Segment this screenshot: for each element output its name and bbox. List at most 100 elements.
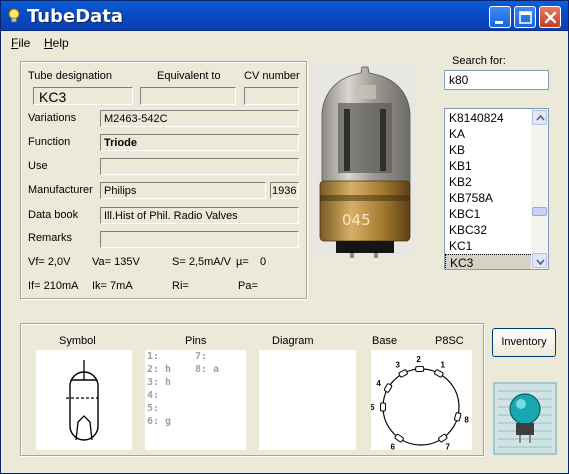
result-item[interactable]: KB (445, 142, 533, 158)
result-item[interactable]: KB2 (445, 174, 533, 190)
variations-label: Variations (28, 112, 77, 124)
pin-2-entry: 2: h (147, 364, 172, 375)
close-icon (544, 11, 557, 24)
base-pin-number: 8 (464, 415, 469, 424)
result-item[interactable]: KC3 (445, 254, 533, 269)
maximize-icon (519, 11, 532, 24)
base-pin-number: 3 (395, 361, 400, 370)
photo-label: 045 (342, 211, 371, 229)
tube-designation-label: Tube designation (28, 70, 112, 82)
scroll-down-button[interactable] (532, 253, 547, 268)
base-pin (454, 412, 462, 422)
equivalent-field[interactable] (140, 87, 236, 105)
variations-field[interactable]: M2463-542C (100, 110, 299, 127)
maximize-button[interactable] (514, 6, 536, 28)
menu-file[interactable]: File (11, 36, 30, 50)
tube-photo: 045 (314, 63, 416, 258)
cv-number-field[interactable] (244, 87, 299, 105)
va-value: Va= 135V (92, 256, 140, 268)
equivalent-label: Equivalent to (157, 70, 221, 82)
data-book-field[interactable]: Ill.Hist of Phil. Radio Valves (100, 207, 299, 224)
menu-bar: File Help (1, 32, 568, 53)
base-pin-number: 6 (390, 442, 395, 450)
app-logo (492, 381, 558, 456)
scroll-thumb[interactable] (532, 207, 547, 216)
data-book-label: Data book (28, 209, 79, 221)
scroll-up-button[interactable] (532, 110, 547, 125)
function-label: Function (28, 136, 71, 148)
diagram-panel (259, 350, 356, 450)
menu-help-label: elp (52, 36, 69, 50)
base-type-label: P8SC (435, 335, 464, 347)
minimize-button[interactable] (489, 6, 511, 28)
remarks-field[interactable] (100, 231, 299, 248)
results-scrollbar[interactable] (531, 109, 548, 269)
function-field[interactable]: Triode (100, 134, 299, 151)
minimize-icon (495, 21, 503, 24)
title-bar[interactable]: TubeData (1, 1, 568, 31)
remarks-label: Remarks (28, 232, 73, 244)
use-label: Use (28, 160, 48, 172)
base-pin (434, 369, 444, 378)
result-item[interactable]: KBC32 (445, 222, 533, 238)
result-item[interactable]: KB1 (445, 158, 533, 174)
s-value: S= 2,5mA/V (172, 256, 232, 268)
tube-designation-field[interactable]: KC3 (33, 87, 133, 105)
base-pin (415, 365, 425, 373)
vf-value: Vf= 2,0V (28, 256, 71, 268)
pins-list-right: 7: 8: a (195, 350, 219, 376)
base-panel: 1 2 3 4 5 6 7 8 (370, 350, 472, 451)
pins-panel: 1: 2: h 3: h 4: 5: 6: g 7: 8: a (145, 350, 246, 450)
pin-6-entry: 6: g (147, 416, 172, 427)
base-pin-number: 1 (441, 361, 446, 370)
ik-value: Ik= 7mA (92, 280, 133, 292)
ri-label: Ri= (172, 280, 189, 292)
mu-label: µ= (236, 256, 249, 268)
pin-3-entry: 3: h (147, 377, 172, 388)
base-pin (380, 402, 386, 412)
year-field[interactable]: 1936 (270, 182, 299, 199)
base-pin (438, 433, 448, 443)
window-title: TubeData (27, 6, 124, 27)
chevron-up-icon (536, 114, 545, 121)
pin-4-entry: 4: (147, 390, 160, 401)
search-label: Search for: (452, 55, 506, 67)
pin-7-entry: 7: (195, 351, 208, 362)
base-pin (398, 369, 408, 378)
use-field[interactable] (100, 158, 299, 175)
diagram-label: Diagram (272, 335, 314, 347)
pins-list-left: 1: 2: h 3: h 4: 5: 6: g (147, 350, 171, 428)
lightbulb-icon (8, 8, 20, 23)
pa-label: Pa= (238, 280, 258, 292)
menu-help[interactable]: Help (44, 36, 69, 50)
result-item[interactable]: KC1 (445, 238, 533, 254)
manufacturer-label: Manufacturer (28, 184, 93, 196)
base-pin-number: 7 (446, 442, 451, 450)
inventory-button[interactable]: Inventory (492, 328, 556, 357)
pin-8-entry: 8: a (195, 364, 220, 375)
chevron-down-icon (536, 259, 545, 266)
mu-value: 0 (260, 256, 267, 268)
base-pin (383, 383, 393, 393)
cv-number-label: CV number (244, 70, 300, 82)
manufacturer-field[interactable]: Philips (100, 182, 266, 199)
base-pin-number: 5 (371, 403, 375, 412)
result-item[interactable]: KBC1 (445, 206, 533, 222)
symbol-label: Symbol (59, 335, 96, 347)
pins-label: Pins (185, 335, 207, 347)
pin-1-entry: 1: (147, 351, 160, 362)
search-input[interactable]: k80 (444, 70, 549, 90)
triode-symbol-icon (66, 360, 99, 441)
close-button[interactable] (539, 6, 561, 28)
if-value: If= 210mA (28, 280, 79, 292)
base-pinout-diagram: 1 2 3 4 5 6 7 8 (370, 355, 469, 451)
results-listbox[interactable]: K8140824 KA KB KB1 KB2 KB758A KBC1 KBC32 KC1 KC3 (444, 108, 549, 270)
result-item[interactable]: KB758A (445, 190, 533, 206)
base-label: Base (372, 335, 398, 347)
menu-file-label: ile (18, 36, 31, 50)
result-item[interactable]: KA (445, 126, 533, 142)
pin-5-entry: 5: (147, 403, 160, 414)
main-window: TubeData File Help Tube designation Equi… (0, 0, 569, 474)
result-item[interactable]: K8140824 (445, 110, 533, 126)
base-pin (394, 433, 404, 443)
